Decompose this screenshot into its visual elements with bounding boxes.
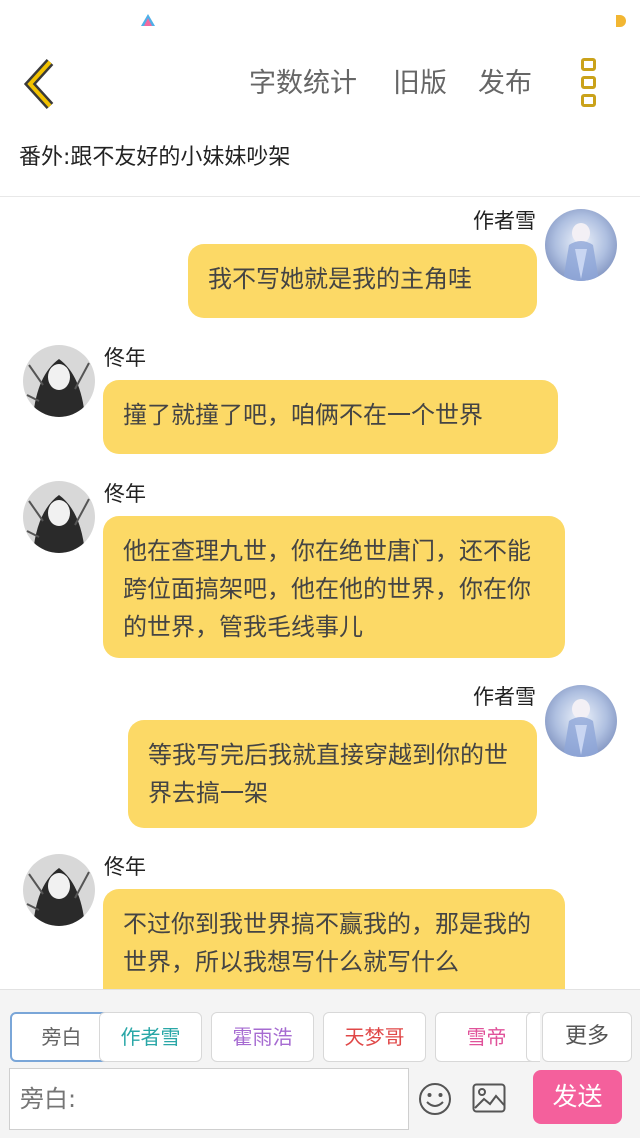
- publish-button[interactable]: 发布: [478, 64, 532, 104]
- character-avatar[interactable]: [23, 481, 95, 553]
- role-chip-narrator[interactable]: 旁白: [10, 1012, 113, 1062]
- speaker-name: 作者雪: [473, 685, 536, 709]
- message-bubble: 等我写完后我就直接穿越到你的世界去搞一架: [128, 720, 537, 828]
- role-chip-partial: [526, 1012, 540, 1062]
- role-chip-author[interactable]: 作者雪: [99, 1012, 202, 1062]
- image-button[interactable]: [472, 1083, 506, 1113]
- smiley-icon: [419, 1083, 451, 1115]
- role-chip-xuedi[interactable]: 雪帝: [435, 1012, 538, 1062]
- chat-area[interactable]: 作者雪 我不写她就是我的主角哇 佟年 撞了就撞了吧，咱俩不在一个世界 佟年 他在…: [0, 197, 640, 989]
- character-avatar[interactable]: [23, 345, 95, 417]
- message-bubble: 不过你到我世界搞不赢我的，那是我的世界，所以我想写什么就写什么: [103, 889, 565, 989]
- speaker-name: 佟年: [104, 855, 146, 879]
- menu-dot-icon: [581, 94, 596, 107]
- status-bar: [0, 0, 640, 42]
- emoji-button[interactable]: [418, 1082, 452, 1116]
- character-avatar[interactable]: [23, 854, 95, 926]
- word-count-button[interactable]: 字数统计: [249, 64, 357, 104]
- message-bubble: 我不写她就是我的主角哇: [188, 244, 537, 318]
- speaker-name: 佟年: [104, 482, 146, 506]
- role-bar: 旁白 作者雪 霍雨浩 天梦哥 雪帝 更多 发送: [0, 989, 640, 1138]
- message-input[interactable]: [9, 1068, 409, 1130]
- old-version-button[interactable]: 旧版: [393, 64, 447, 104]
- story-title: 番外:跟不友好的小妹妹吵架: [19, 145, 291, 170]
- more-roles-button[interactable]: 更多: [542, 1012, 632, 1062]
- more-menu-button[interactable]: [574, 56, 604, 112]
- back-button[interactable]: [18, 56, 64, 112]
- message-bubble: 撞了就撞了吧，咱俩不在一个世界: [103, 380, 558, 454]
- author-avatar[interactable]: [545, 685, 617, 757]
- chevron-left-icon: [23, 58, 54, 110]
- message-bubble: 他在查理九世，你在绝世唐门，还不能跨位面搞架吧，他在他的世界，你在你的世界，管我…: [103, 516, 565, 658]
- image-icon: [472, 1083, 506, 1113]
- speaker-name: 作者雪: [473, 209, 536, 233]
- menu-dot-icon: [581, 76, 596, 89]
- top-nav: 字数统计 旧版 发布: [0, 42, 640, 126]
- speaker-name: 佟年: [104, 346, 146, 370]
- battery-icon: [616, 15, 626, 27]
- role-chip-tianmeng[interactable]: 天梦哥: [323, 1012, 426, 1062]
- role-chip-huo-yuhao[interactable]: 霍雨浩: [211, 1012, 314, 1062]
- app-notification-icon: [141, 14, 155, 26]
- author-avatar[interactable]: [545, 209, 617, 281]
- menu-dot-icon: [581, 58, 596, 71]
- send-button[interactable]: 发送: [533, 1070, 622, 1124]
